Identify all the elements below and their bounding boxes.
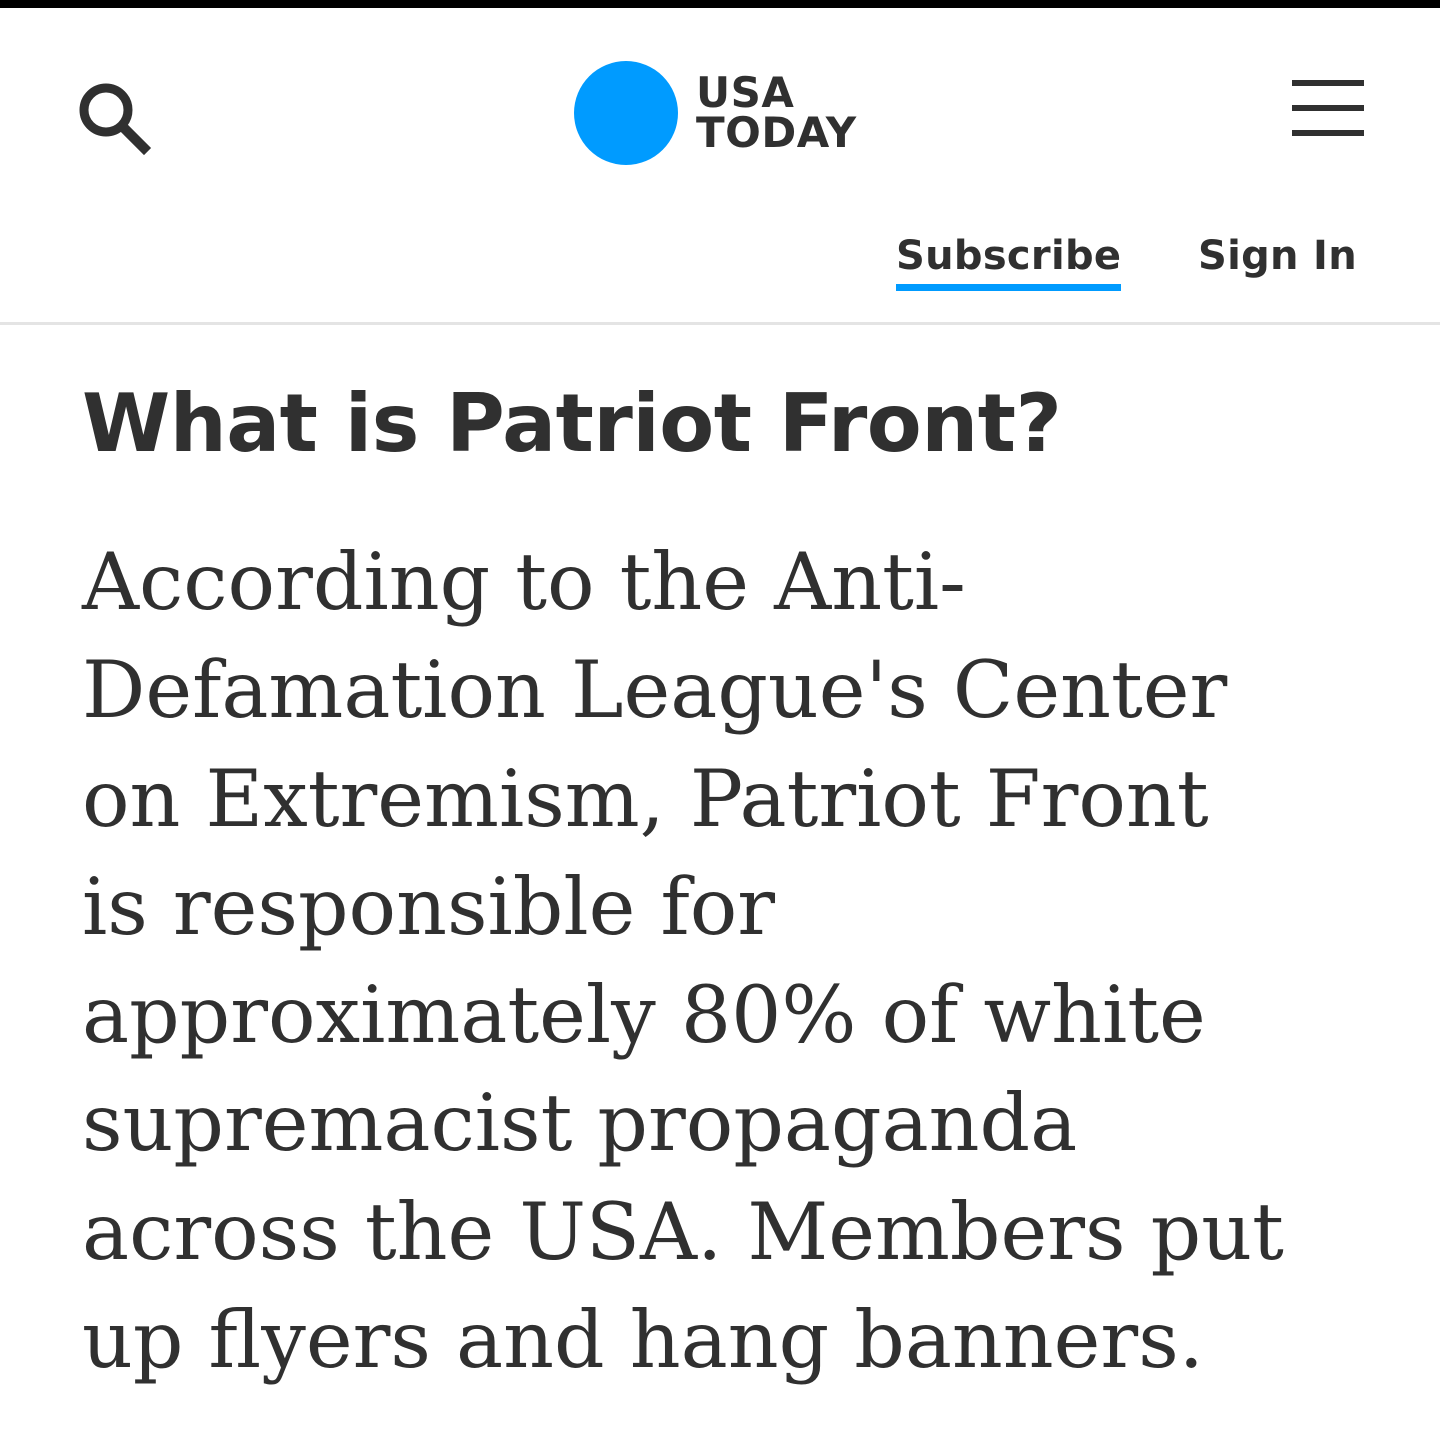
- article-paragraph: According to the Anti- Defamation League…: [82, 528, 1402, 1394]
- paragraph-line: Defamation League's Center: [82, 644, 1228, 737]
- header-divider: [0, 322, 1440, 325]
- search-button[interactable]: [72, 76, 156, 160]
- top-border: [0, 0, 1440, 8]
- article-headline: What is Patriot Front?: [82, 377, 1062, 470]
- logo-line-usa: USA: [696, 68, 795, 117]
- hamburger-menu-icon: [1292, 80, 1364, 136]
- paragraph-line: up flyers and hang banners.: [82, 1294, 1204, 1387]
- paragraph-line: on Extremism, Patriot Front: [82, 752, 1209, 845]
- site-header: USA TODAY Subscribe Sign In: [0, 8, 1440, 324]
- paragraph-line: According to the Anti-: [82, 536, 966, 628]
- usa-today-logo[interactable]: USA TODAY: [574, 58, 857, 168]
- search-icon: [79, 83, 152, 156]
- menu-button[interactable]: [1288, 76, 1368, 140]
- paragraph-line: approximately 80% of white: [82, 969, 1206, 1062]
- paragraph-line: supremacist propaganda: [82, 1077, 1078, 1170]
- logo-wordmark: USA TODAY: [696, 68, 857, 157]
- sign-in-link[interactable]: Sign In: [1198, 230, 1357, 282]
- paragraph-line: across the USA. Members put: [82, 1185, 1284, 1278]
- subscribe-link[interactable]: Subscribe: [896, 230, 1122, 291]
- logo-line-today: TODAY: [696, 108, 857, 157]
- paragraph-line: is responsible for: [82, 860, 776, 953]
- logo-circle: [574, 61, 678, 165]
